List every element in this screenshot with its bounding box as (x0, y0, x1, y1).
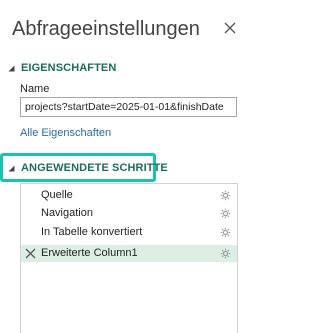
gear-icon[interactable] (220, 190, 231, 201)
step-in-tabelle-konvertiert[interactable]: In Tabelle konvertiert (21, 224, 237, 241)
all-properties-link[interactable]: Alle Eigenschaften (20, 127, 111, 139)
step-erweiterte-column1[interactable]: Erweiterte Column1 (21, 245, 237, 262)
step-navigation[interactable]: Navigation (21, 205, 237, 222)
gear-icon[interactable] (220, 208, 231, 219)
collapse-triangle-icon (8, 65, 15, 71)
step-label: Erweiterte Column1 (41, 247, 138, 259)
close-icon[interactable] (222, 20, 238, 36)
name-label: Name (20, 83, 50, 95)
applied-steps-section-toggle[interactable]: ANGEWENDETE SCHRITTE (8, 162, 168, 174)
properties-section-toggle[interactable]: EIGENSCHAFTEN (8, 62, 116, 74)
query-name-field[interactable] (20, 97, 237, 117)
collapse-triangle-icon (8, 165, 15, 171)
properties-heading: EIGENSCHAFTEN (21, 62, 117, 74)
step-label: In Tabelle konvertiert (41, 226, 143, 238)
step-quelle[interactable]: Quelle (21, 187, 237, 204)
applied-steps-heading: ANGEWENDETE SCHRITTE (21, 162, 168, 174)
pane-title: Abfrageeinstellungen (12, 18, 200, 40)
step-label: Quelle (41, 189, 73, 201)
step-label: Navigation (41, 207, 93, 219)
delete-step-icon[interactable] (25, 248, 36, 259)
gear-icon[interactable] (220, 248, 231, 259)
gear-icon[interactable] (220, 227, 231, 238)
applied-steps-list: Quelle Navigation In Tabelle konvertiert (20, 183, 238, 333)
